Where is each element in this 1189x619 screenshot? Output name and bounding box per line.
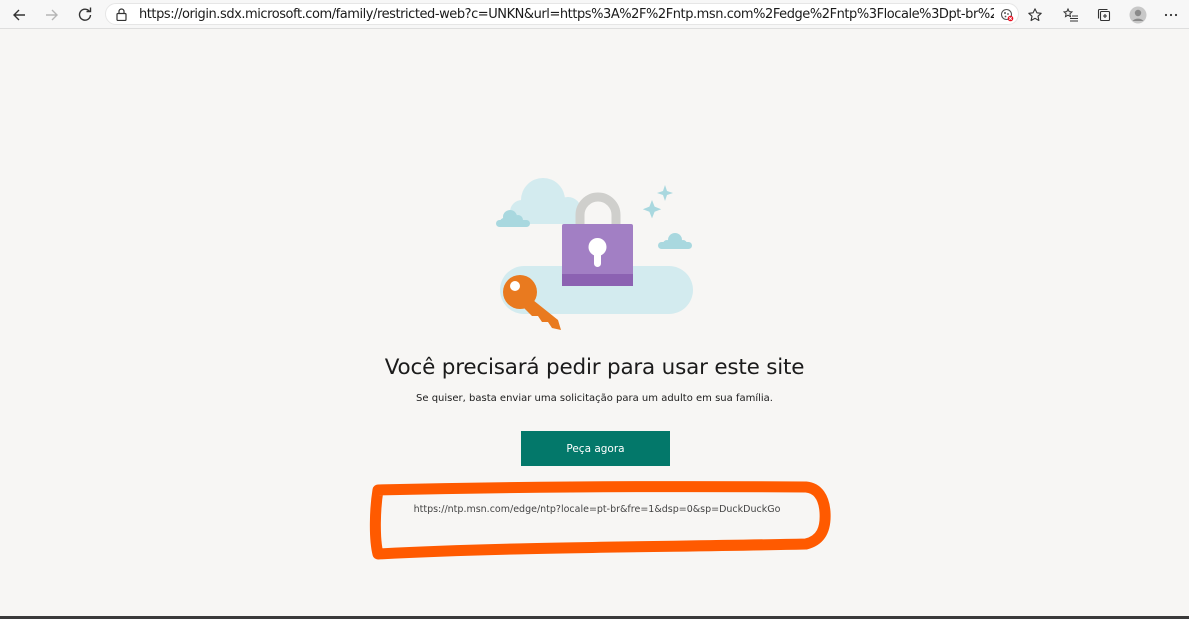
padlock-icon xyxy=(562,224,633,286)
forward-arrow-icon[interactable] xyxy=(40,3,64,27)
collections-icon[interactable] xyxy=(1092,3,1116,27)
tracking-prevention-icon[interactable] xyxy=(1000,8,1014,27)
blocked-site-url: https://ntp.msn.com/edge/ntp?locale=pt-b… xyxy=(413,504,781,515)
address-bar-url[interactable]: https://origin.sdx.microsoft.com/family/… xyxy=(139,7,994,23)
refresh-icon[interactable] xyxy=(73,3,97,27)
annotation-highlight-mark xyxy=(369,481,831,560)
browser-toolbar: https://origin.sdx.microsoft.com/family/… xyxy=(0,0,1189,29)
lock-icon[interactable] xyxy=(116,8,127,26)
sparkle-icon xyxy=(642,185,673,219)
lock-and-key-illustration xyxy=(490,170,700,335)
more-options-icon[interactable] xyxy=(1159,3,1183,27)
cloud-icon xyxy=(658,233,692,249)
profile-avatar-icon[interactable] xyxy=(1126,3,1150,27)
page-title: Você precisará pedir para usar este site xyxy=(384,355,805,380)
page-subtitle: Se quiser, basta enviar uma solicitação … xyxy=(416,393,773,404)
address-bar[interactable]: https://origin.sdx.microsoft.com/family/… xyxy=(105,3,1019,25)
ask-now-button[interactable]: Peça agora xyxy=(521,431,670,466)
favorites-list-icon[interactable] xyxy=(1059,3,1083,27)
star-icon[interactable] xyxy=(1023,3,1047,27)
back-arrow-icon[interactable] xyxy=(7,3,31,27)
